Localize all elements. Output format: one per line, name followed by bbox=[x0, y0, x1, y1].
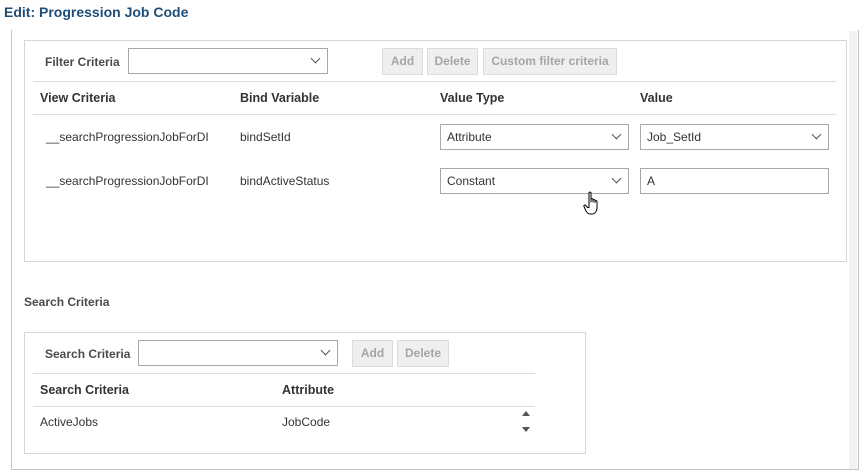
chevron-down-icon bbox=[611, 173, 622, 184]
filter-criteria-select[interactable] bbox=[128, 48, 328, 74]
filter-criteria-label: Filter Criteria bbox=[45, 55, 120, 69]
filter-divider bbox=[33, 81, 836, 82]
filter-add-button[interactable]: Add bbox=[382, 48, 423, 75]
chevron-down-icon bbox=[310, 53, 321, 64]
filter-row-1-bind-variable: bindSetId bbox=[240, 130, 291, 144]
filter-row-1-view-criteria: __searchProgressionJobForDI bbox=[46, 130, 209, 144]
column-header-attribute: Attribute bbox=[282, 383, 335, 397]
filter-row-1-value-type-select[interactable]: Attribute bbox=[440, 124, 629, 150]
column-header-search-criteria: Search Criteria bbox=[40, 383, 129, 397]
filter-row-2-view-criteria: __searchProgressionJobForDI bbox=[46, 174, 209, 188]
scroll-down-arrow-icon[interactable] bbox=[522, 427, 530, 432]
filter-row-1-value: Job_SetId bbox=[647, 130, 702, 144]
search-criteria-section-title: Search Criteria bbox=[24, 295, 110, 309]
search-add-button[interactable]: Add bbox=[352, 340, 393, 367]
filter-delete-button[interactable]: Delete bbox=[427, 48, 478, 75]
filter-row-1-value-type: Attribute bbox=[447, 130, 492, 144]
search-divider bbox=[33, 373, 535, 374]
chevron-down-icon bbox=[811, 129, 822, 140]
scroll-up-arrow-icon[interactable] bbox=[522, 411, 530, 416]
column-header-value: Value bbox=[640, 91, 673, 105]
filter-row-2-bind-variable: bindActiveStatus bbox=[240, 174, 330, 188]
filter-table-header-divider bbox=[33, 114, 836, 115]
search-criteria-label: Search Criteria bbox=[45, 347, 131, 361]
column-header-value-type: Value Type bbox=[440, 91, 505, 105]
filter-row-1-value-select[interactable]: Job_SetId bbox=[640, 124, 829, 150]
search-table-header-divider bbox=[33, 406, 535, 407]
dialog-title: Edit: Progression Job Code bbox=[4, 4, 189, 20]
hand-pointer-icon bbox=[583, 191, 598, 215]
column-header-bind-variable: Bind Variable bbox=[240, 91, 320, 105]
filter-row-2-value-type: Constant bbox=[447, 174, 496, 188]
filter-row-2-value: A bbox=[647, 174, 656, 188]
search-criteria-select[interactable] bbox=[138, 340, 338, 366]
dialog-scrollbar[interactable] bbox=[849, 31, 857, 469]
search-row-1-attribute: JobCode bbox=[282, 415, 331, 429]
chevron-down-icon bbox=[320, 345, 331, 356]
filter-row-2-value-input[interactable]: A bbox=[640, 168, 829, 194]
chevron-down-icon bbox=[611, 129, 622, 140]
search-row-1-criteria: ActiveJobs bbox=[40, 415, 99, 429]
column-header-view-criteria: View Criteria bbox=[40, 91, 116, 105]
search-delete-button[interactable]: Delete bbox=[397, 340, 449, 367]
custom-filter-criteria-button[interactable]: Custom filter criteria bbox=[483, 48, 617, 75]
